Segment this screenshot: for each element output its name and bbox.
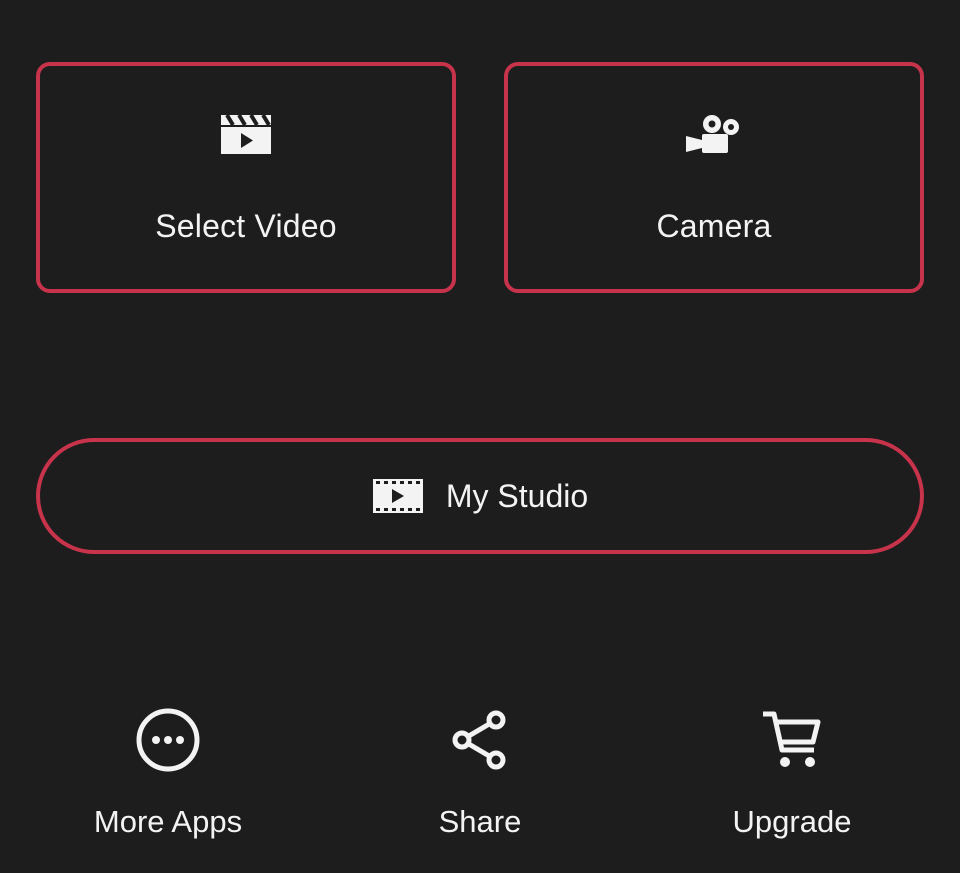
- share-button[interactable]: Share: [360, 700, 600, 850]
- more-apps-label: More Apps: [93, 804, 243, 839]
- clapperboard-icon: [216, 110, 276, 158]
- film-strip-icon: [372, 478, 424, 514]
- select-video-button[interactable]: Select Video: [36, 62, 456, 293]
- select-video-label: Select Video: [155, 208, 337, 244]
- upgrade-button[interactable]: Upgrade: [672, 700, 912, 850]
- camera-label: Camera: [656, 208, 772, 244]
- more-dots-icon: [134, 706, 202, 774]
- video-camera-icon: [684, 110, 744, 158]
- share-icon: [446, 706, 514, 774]
- camera-button[interactable]: Camera: [504, 62, 924, 293]
- more-apps-button[interactable]: More Apps: [48, 700, 288, 850]
- share-label: Share: [438, 804, 522, 839]
- upgrade-label: Upgrade: [732, 804, 852, 839]
- my-studio-label: My Studio: [445, 477, 589, 514]
- home-screen: Select Video Camera My Studio More Apps …: [0, 0, 960, 873]
- my-studio-button[interactable]: My Studio: [36, 438, 924, 554]
- cart-icon: [758, 706, 826, 774]
